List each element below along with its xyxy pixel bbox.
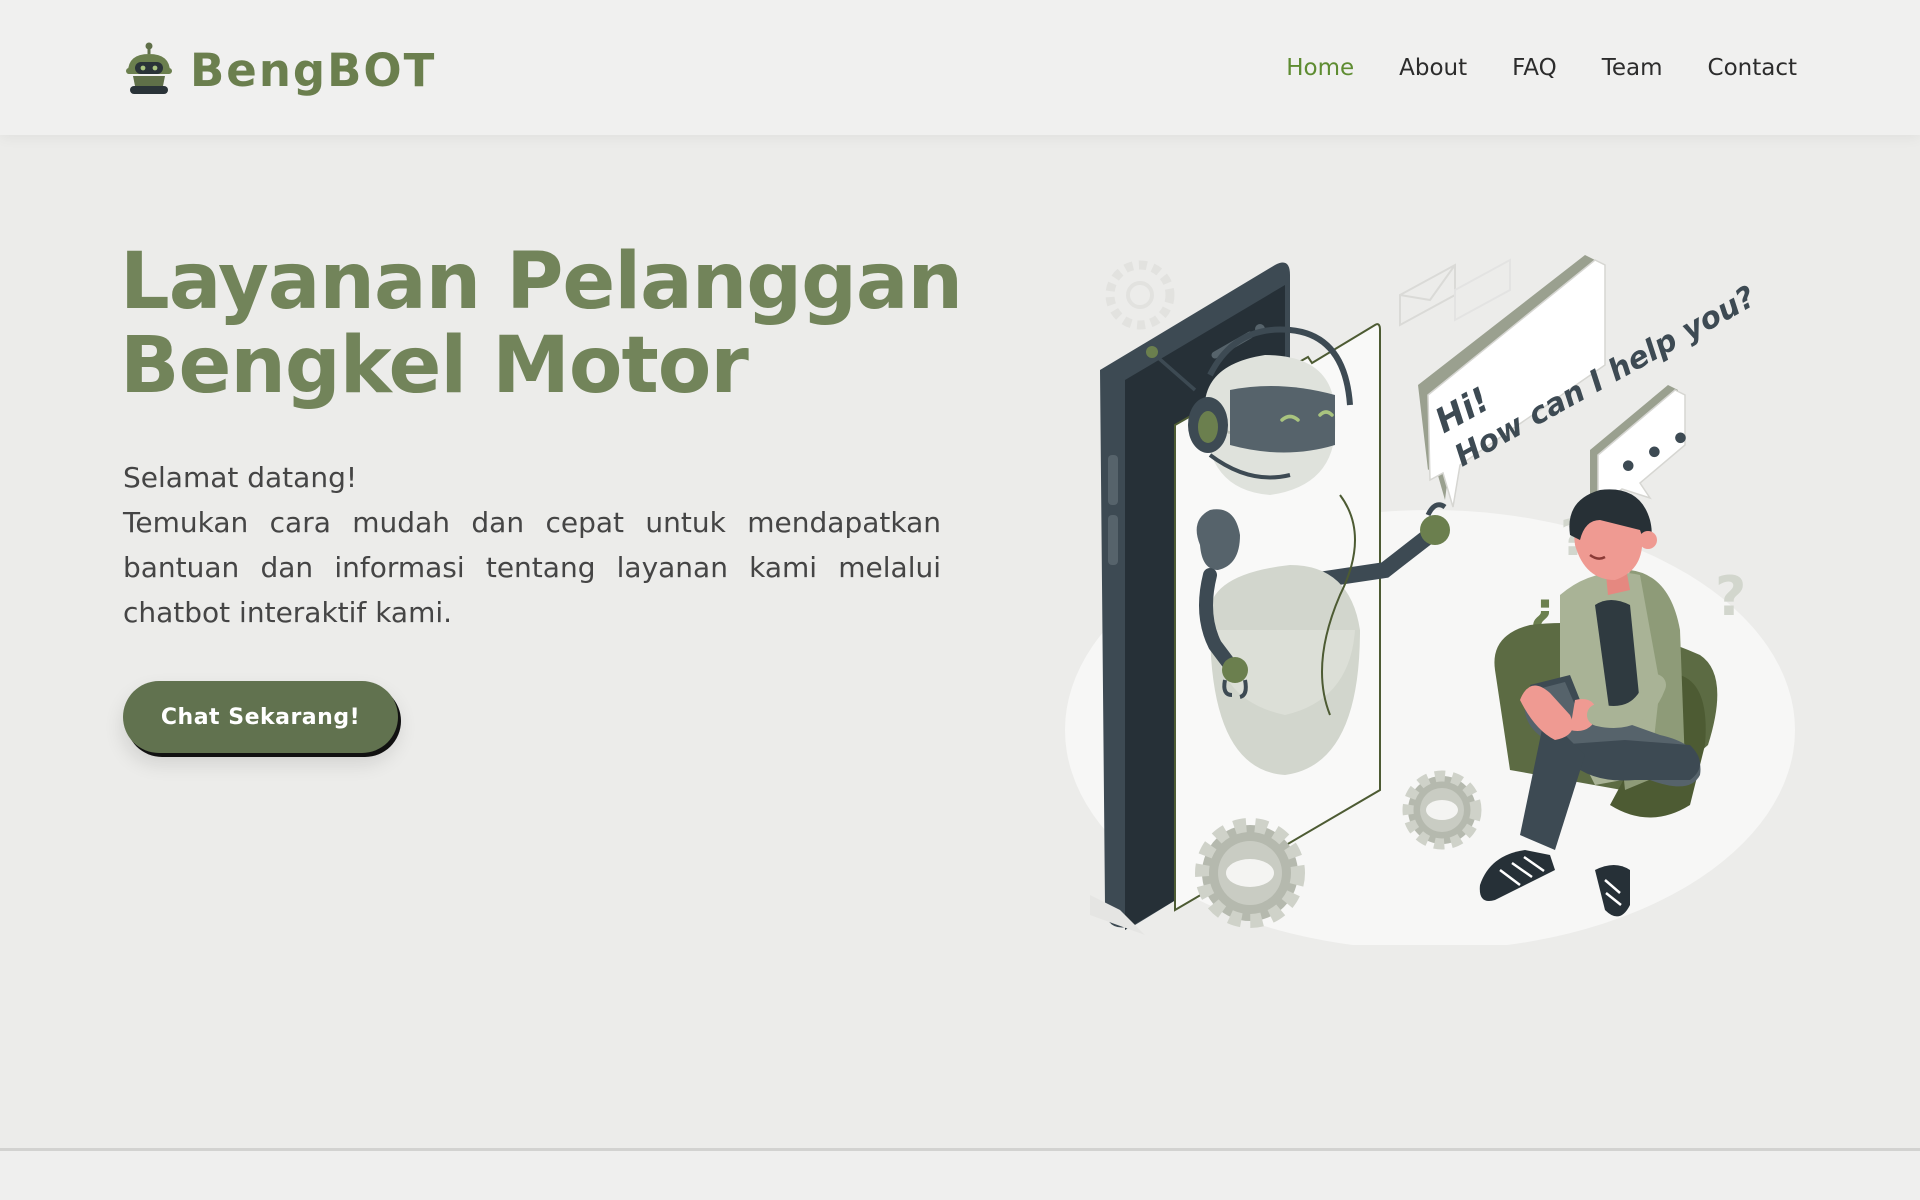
nav-link-faq[interactable]: FAQ xyxy=(1512,55,1557,81)
nav-link-about[interactable]: About xyxy=(1399,55,1467,81)
brand-logo[interactable]: BengBOT xyxy=(122,42,436,98)
background-gear-icon xyxy=(1105,260,1175,330)
site-header: BengBOT Home About FAQ Team Contact xyxy=(0,0,1920,135)
hero-title: Layanan Pelanggan Bengkel Motor xyxy=(120,240,980,408)
main-nav: Home About FAQ Team Contact xyxy=(1286,46,1797,90)
hero-title-line-1: Layanan Pelanggan xyxy=(120,237,963,327)
chat-now-button[interactable]: Chat Sekarang! xyxy=(123,681,398,753)
next-section-edge xyxy=(0,1151,1920,1200)
brand-name: BengBOT xyxy=(190,43,437,97)
hero-title-line-2: Bengkel Motor xyxy=(120,321,749,411)
nav-link-team[interactable]: Team xyxy=(1602,55,1663,81)
nav-link-home[interactable]: Home xyxy=(1286,55,1354,81)
robot-logo-icon xyxy=(126,42,172,94)
hero-body-text: Temukan cara mudah dan cepat untuk menda… xyxy=(123,506,941,629)
hero-greeting: Selamat datang! xyxy=(123,461,358,494)
chatbot-phone-illustration: Hi! How can I help you? • • • ? ¿ ? xyxy=(1065,255,1795,945)
envelope-icon xyxy=(1399,258,1511,327)
typing-indicator-bubble: • • • xyxy=(1590,385,1698,509)
nav-link-contact[interactable]: Contact xyxy=(1708,55,1797,81)
question-mark-3: ? xyxy=(1715,565,1746,628)
hero-description: Selamat datang! Temukan cara mudah dan c… xyxy=(123,455,941,635)
speech-bubble: Hi! How can I help you? xyxy=(1418,255,1762,508)
